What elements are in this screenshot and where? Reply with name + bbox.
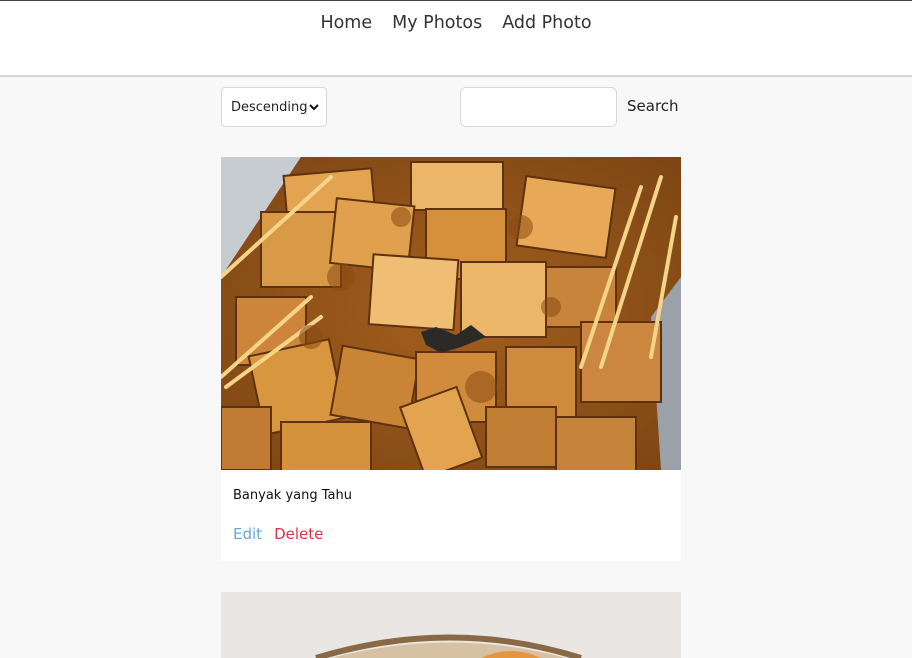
photo-card (221, 592, 681, 658)
photo-actions: Edit Delete (233, 525, 323, 543)
nav-home-link[interactable]: Home (320, 13, 372, 33)
photo-caption: Banyak yang Tahu (233, 488, 352, 503)
search-input[interactable] (460, 87, 617, 127)
top-navbar: Home My Photos Add Photo (0, 0, 912, 77)
photo-card: Banyak yang Tahu Edit Delete (221, 157, 681, 561)
chevron-down-icon (309, 104, 319, 111)
nav-my-photos-link[interactable]: My Photos (392, 13, 482, 33)
sort-order-value: Descending (231, 99, 308, 115)
search-button[interactable]: Search (627, 97, 679, 115)
nav-add-photo-link[interactable]: Add Photo (502, 13, 591, 33)
edit-link[interactable]: Edit (233, 525, 262, 543)
fried-tofu-photo (221, 157, 681, 470)
photo-image (221, 157, 681, 470)
next-photo-image (221, 592, 681, 658)
photo-toolbar: Descending Search (221, 87, 681, 127)
delete-link[interactable]: Delete (274, 525, 323, 543)
main-nav: Home My Photos Add Photo (0, 13, 912, 33)
sort-order-select[interactable]: Descending (221, 87, 327, 127)
